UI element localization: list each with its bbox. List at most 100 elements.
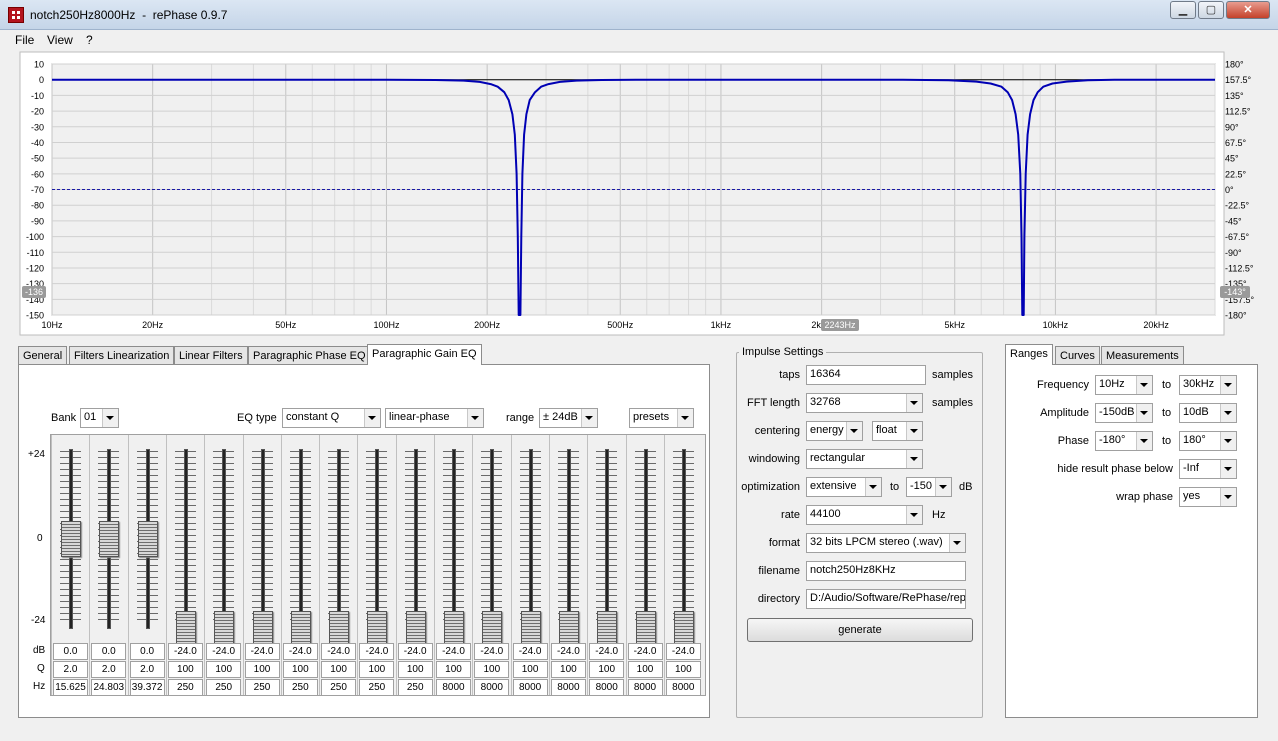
db-value-field[interactable]: -24.0 — [589, 643, 625, 660]
fader-handle[interactable] — [482, 611, 503, 647]
maximize-button[interactable]: ▢ — [1198, 1, 1224, 19]
close-button[interactable]: ✕ — [1226, 1, 1270, 19]
fader-track[interactable] — [566, 449, 571, 629]
hz-value-field[interactable]: 8000 — [512, 679, 548, 696]
hide-phase-select[interactable]: -Inf — [1179, 459, 1237, 479]
q-value-field[interactable]: 2.0 — [129, 661, 165, 678]
phase-mode-select[interactable]: linear-phase — [385, 408, 484, 428]
db-value-field[interactable]: -24.0 — [244, 643, 280, 660]
presets-select[interactable]: presets — [629, 408, 694, 428]
db-value-field[interactable]: -24.0 — [474, 643, 510, 660]
hz-value-field[interactable]: 8000 — [627, 679, 663, 696]
optimization-select[interactable]: extensive — [806, 477, 882, 497]
db-value-field[interactable]: -24.0 — [436, 643, 471, 660]
fader-handle[interactable] — [175, 611, 196, 647]
filename-input[interactable]: notch250Hz8KHz — [806, 561, 966, 581]
db-value-field[interactable]: -24.0 — [512, 643, 548, 660]
amplitude-to-select[interactable]: 10dB — [1179, 403, 1237, 423]
tab-paragraphic-phase-eq[interactable]: Paragraphic Phase EQ — [248, 346, 371, 365]
q-value-field[interactable]: 2.0 — [53, 661, 88, 678]
hz-value-field[interactable]: 8000 — [665, 679, 701, 696]
range-select[interactable]: ± 24dB — [539, 408, 598, 428]
db-value-field[interactable]: -24.0 — [359, 643, 395, 660]
fader-track[interactable] — [298, 449, 303, 629]
centering-mode-select[interactable]: float — [872, 421, 923, 441]
hz-value-field[interactable]: 15.625 — [53, 679, 88, 696]
fader-handle[interactable] — [290, 611, 311, 647]
fader-handle[interactable] — [329, 611, 350, 647]
hz-value-field[interactable]: 24.803 — [91, 679, 127, 696]
q-value-field[interactable]: 100 — [512, 661, 548, 678]
q-value-field[interactable]: 100 — [167, 661, 203, 678]
fader-track[interactable] — [375, 449, 380, 629]
q-value-field[interactable]: 100 — [474, 661, 510, 678]
q-value-field[interactable]: 100 — [282, 661, 318, 678]
hz-value-field[interactable]: 8000 — [436, 679, 471, 696]
db-value-field[interactable]: -24.0 — [206, 643, 242, 660]
optimization-threshold-select[interactable]: -150 — [906, 477, 952, 497]
db-value-field[interactable]: 0.0 — [91, 643, 127, 660]
tab-general[interactable]: General — [18, 346, 68, 365]
hz-value-field[interactable]: 8000 — [550, 679, 586, 696]
format-select[interactable]: 32 bits LPCM stereo (.wav) — [806, 533, 966, 553]
wrap-phase-select[interactable]: yes — [1179, 487, 1237, 507]
tab-ranges[interactable]: Ranges — [1005, 344, 1053, 365]
fader-track[interactable] — [605, 449, 610, 629]
hz-value-field[interactable]: 8000 — [474, 679, 510, 696]
q-value-field[interactable]: 100 — [627, 661, 663, 678]
db-value-field[interactable]: -24.0 — [282, 643, 318, 660]
fader-handle[interactable] — [597, 611, 618, 647]
hz-value-field[interactable]: 39.372 — [129, 679, 165, 696]
fader-track[interactable] — [528, 449, 533, 629]
q-value-field[interactable]: 100 — [359, 661, 395, 678]
q-value-field[interactable]: 100 — [206, 661, 242, 678]
hz-value-field[interactable]: 250 — [282, 679, 318, 696]
db-value-field[interactable]: 0.0 — [129, 643, 165, 660]
fader-handle[interactable] — [444, 611, 464, 647]
amplitude-from-select[interactable]: -150dB — [1095, 403, 1153, 423]
fader-handle[interactable] — [673, 611, 694, 647]
q-value-field[interactable]: 100 — [665, 661, 701, 678]
frequency-from-select[interactable]: 10Hz — [1095, 375, 1153, 395]
windowing-select[interactable]: rectangular — [806, 449, 923, 469]
tab-filters-linearization[interactable]: Filters Linearization — [69, 346, 175, 365]
q-value-field[interactable]: 100 — [589, 661, 625, 678]
hz-value-field[interactable]: 250 — [321, 679, 357, 696]
fader-handle[interactable] — [405, 611, 426, 647]
phase-from-select[interactable]: -180° — [1095, 431, 1153, 451]
fader-handle[interactable] — [61, 521, 81, 557]
tab-measurements[interactable]: Measurements — [1101, 346, 1184, 365]
hz-value-field[interactable]: 250 — [397, 679, 433, 696]
q-value-field[interactable]: 100 — [397, 661, 433, 678]
tab-curves[interactable]: Curves — [1055, 346, 1100, 365]
fft-length-select[interactable]: 32768 — [806, 393, 923, 413]
fader-track[interactable] — [260, 449, 265, 629]
taps-input[interactable]: 16364 — [806, 365, 926, 385]
fader-handle[interactable] — [558, 611, 579, 647]
generate-button[interactable]: generate — [747, 618, 973, 642]
fader-track[interactable] — [681, 449, 686, 629]
hz-value-field[interactable]: 250 — [244, 679, 280, 696]
fader-handle[interactable] — [214, 611, 235, 647]
hz-value-field[interactable]: 250 — [167, 679, 203, 696]
fader-track[interactable] — [337, 449, 342, 629]
db-value-field[interactable]: -24.0 — [321, 643, 357, 660]
db-value-field[interactable]: -24.0 — [665, 643, 701, 660]
q-value-field[interactable]: 100 — [321, 661, 357, 678]
db-value-field[interactable]: -24.0 — [627, 643, 663, 660]
fader-handle[interactable] — [635, 611, 656, 647]
hz-value-field[interactable]: 250 — [206, 679, 242, 696]
hz-value-field[interactable]: 8000 — [589, 679, 625, 696]
fader-handle[interactable] — [367, 611, 388, 647]
rate-select[interactable]: 44100 — [806, 505, 923, 525]
fader-track[interactable] — [222, 449, 227, 629]
fader-handle[interactable] — [137, 521, 158, 557]
centering-select[interactable]: energy — [806, 421, 863, 441]
db-value-field[interactable]: -24.0 — [550, 643, 586, 660]
menu-view[interactable]: View — [47, 33, 73, 47]
fader-handle[interactable] — [99, 521, 120, 557]
menu-help[interactable]: ? — [86, 33, 93, 47]
q-value-field[interactable]: 100 — [244, 661, 280, 678]
hz-value-field[interactable]: 250 — [359, 679, 395, 696]
q-value-field[interactable]: 100 — [436, 661, 471, 678]
